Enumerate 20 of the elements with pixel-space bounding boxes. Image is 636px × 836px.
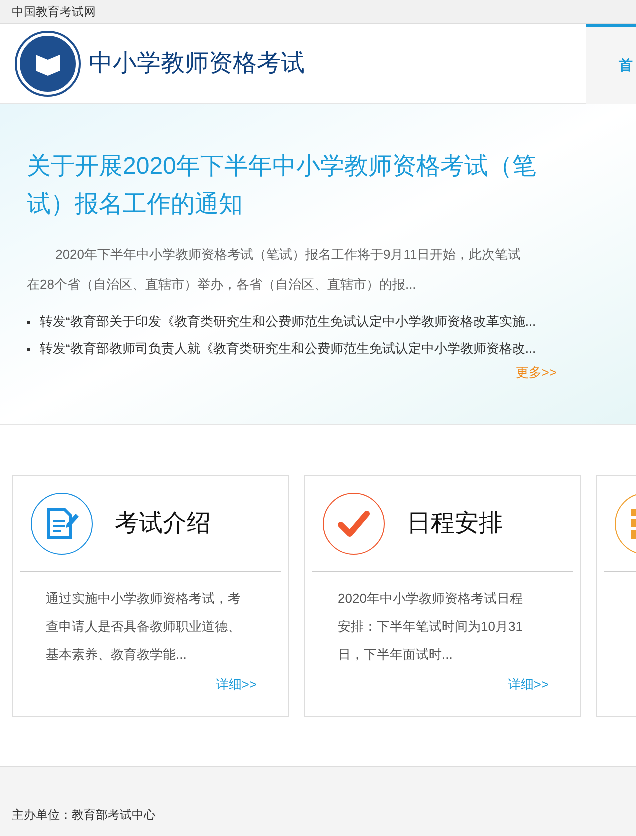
details-link[interactable]: 详细>> bbox=[216, 675, 257, 694]
logo-emblem-icon bbox=[17, 32, 79, 94]
document-pencil-icon bbox=[45, 506, 79, 542]
checkmark-icon bbox=[338, 510, 370, 538]
card-title[interactable]: 日程安排 bbox=[407, 506, 503, 542]
footer-text: 主办单位：教育部考试中心 bbox=[12, 807, 157, 824]
notice-link[interactable]: 转发“教育部教师司负责人就《教育类研究生和公费师范生免试认定中小学教师资格改... bbox=[40, 337, 536, 361]
notice-link[interactable]: 转发“教育部关于印发《教育类研究生和公费师范生免试认定中小学教师资格改革实施... bbox=[40, 310, 536, 334]
site-name: 中国教育考试网 bbox=[12, 4, 96, 20]
more-link[interactable]: 更多>> bbox=[516, 363, 557, 382]
bullet-icon bbox=[27, 320, 30, 324]
notice-summary: 2020年下半年中小学教师资格考试（笔试）报名工作将于9月11日开始，此次笔试在28个省（自治区、直辖市）举办，各省（自治区、直辖市）的报... bbox=[27, 246, 522, 294]
details-link[interactable]: 详细>> bbox=[508, 675, 549, 694]
card-text: 2020年中小学教师资格考试日程 安排：下半年笔试时间为10月31 日，下半年面试时... bbox=[337, 590, 524, 664]
card-title[interactable]: 考试介绍 bbox=[115, 506, 211, 542]
site-title: 中小学教师资格考试 bbox=[89, 48, 305, 78]
card-text: 通过实施中小学教师资格考试，考 查申请人是否具备教师职业道德、 基本素养、教育教学能... bbox=[45, 590, 242, 664]
nav-tab[interactable]: 首 bbox=[586, 24, 636, 104]
notice-title[interactable]: 关于开展2020年下半年中小学教师资格考试（笔试）报名工作的通知 bbox=[27, 148, 557, 224]
bullet-icon bbox=[27, 348, 30, 350]
